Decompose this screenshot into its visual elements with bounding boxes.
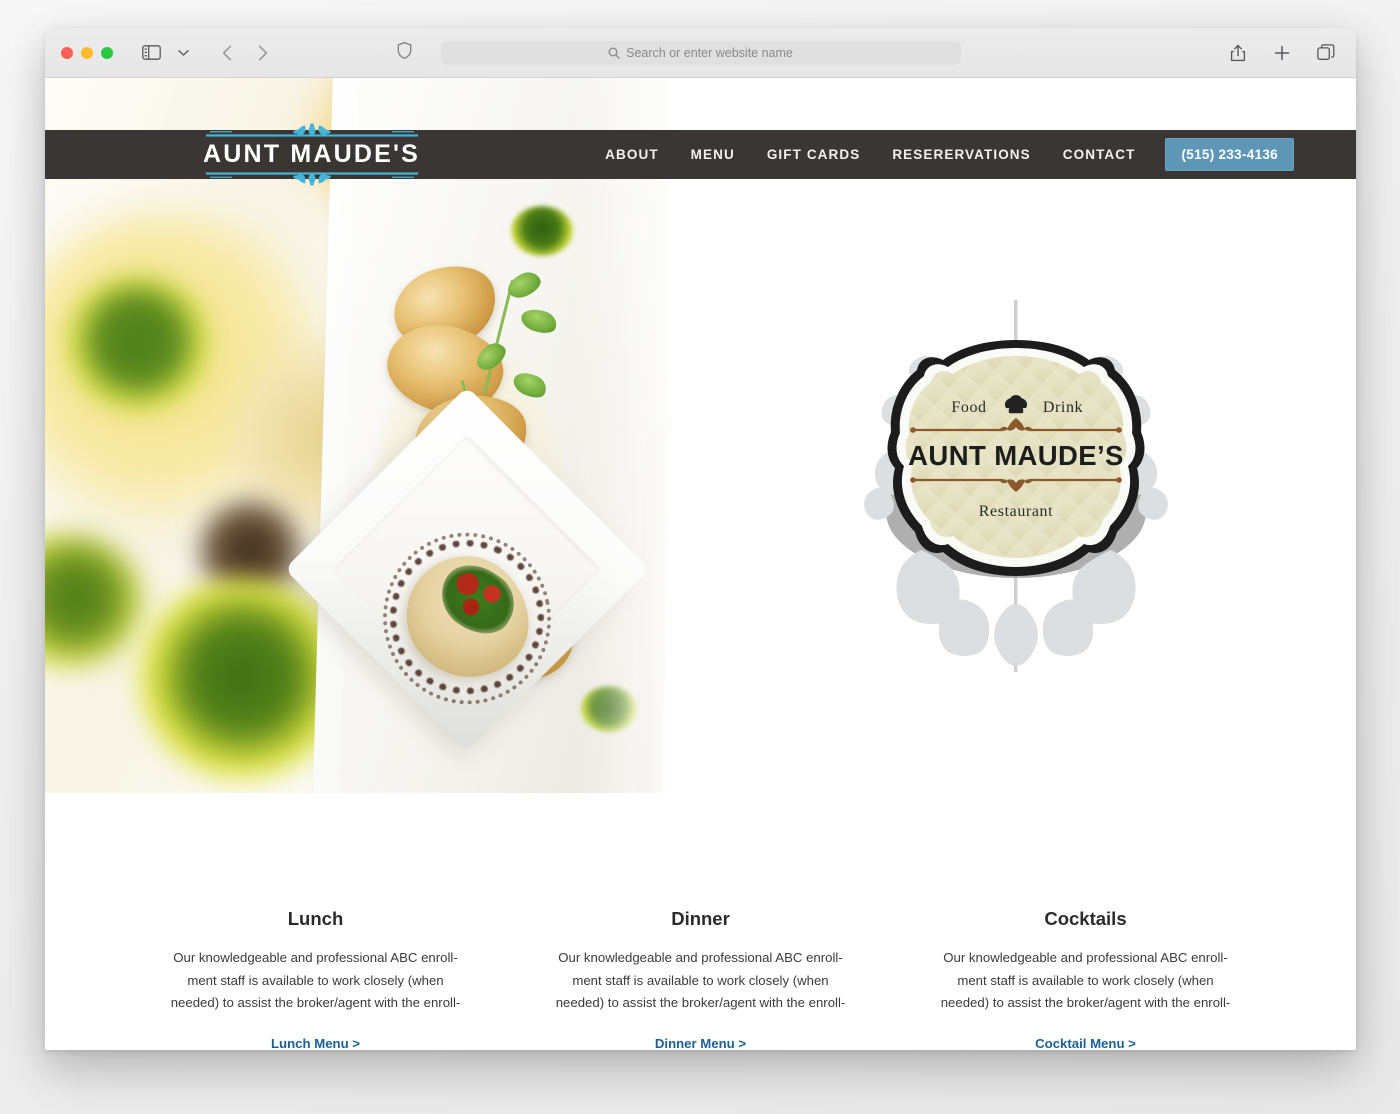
tab-overview-icon[interactable]	[1312, 40, 1340, 66]
page-viewport: Food Drink AUNT MAUDE’S Restaurant AUNT …	[45, 78, 1356, 1050]
card-dinner: Dinner Our knowledgeable and professiona…	[508, 908, 893, 1050]
blurred-herb-oil-dot	[45, 533, 143, 668]
close-window-button[interactable]	[61, 46, 73, 59]
site-navigation-bar: AUNT MAUDE'S ABOUT MENU GIFT CARDS RESER…	[45, 123, 1356, 186]
svg-text:AUNT MAUDE’S: AUNT MAUDE’S	[908, 440, 1124, 471]
browser-window: Search or enter website name Food Drink …	[45, 28, 1356, 1050]
brand-wordmark: AUNT MAUDE'S	[203, 140, 421, 168]
sidebar-controls	[137, 40, 197, 66]
toolbar-right-actions	[1224, 40, 1340, 66]
address-placeholder: Search or enter website name	[626, 45, 793, 60]
window-controls	[61, 46, 113, 59]
herb-oil-dot	[511, 206, 573, 256]
card-body: Our knowledgeable and professional ABC e…	[940, 950, 1231, 1011]
new-tab-icon[interactable]	[1268, 40, 1296, 66]
browser-toolbar: Search or enter website name	[45, 28, 1356, 78]
privacy-shield-icon[interactable]	[397, 41, 412, 64]
navigation-arrows	[213, 40, 277, 66]
search-icon	[608, 47, 621, 59]
phone-button[interactable]: (515) 233-4136	[1165, 138, 1294, 171]
forward-icon[interactable]	[249, 40, 277, 66]
card-lunch: Lunch Our knowledgeable and professional…	[123, 908, 508, 1050]
card-title: Dinner	[671, 908, 730, 929]
sidebar-icon[interactable]	[137, 40, 165, 66]
minimize-window-button[interactable]	[81, 46, 93, 59]
maximize-window-button[interactable]	[101, 46, 113, 59]
address-input[interactable]: Search or enter website name	[440, 40, 961, 65]
chevron-down-icon[interactable]	[169, 40, 197, 66]
restaurant-emblem: Food Drink AUNT MAUDE’S Restaurant	[851, 300, 1181, 672]
nav-item-gift-cards[interactable]: GIFT CARDS	[751, 147, 877, 162]
nav-item-contact[interactable]: CONTACT	[1047, 147, 1152, 162]
share-icon[interactable]	[1224, 40, 1252, 66]
site-logo[interactable]: AUNT MAUDE'S	[203, 123, 421, 186]
card-body: Our knowledgeable and professional ABC e…	[170, 950, 461, 1011]
svg-text:Restaurant: Restaurant	[979, 503, 1053, 520]
hero-section: Food Drink AUNT MAUDE’S Restaurant	[45, 78, 1356, 793]
svg-text:Drink: Drink	[1043, 399, 1083, 416]
card-title: Cocktails	[1044, 908, 1127, 929]
svg-text:Food: Food	[951, 399, 986, 416]
card-title: Lunch	[287, 908, 344, 929]
blurred-herb-oil-dot	[63, 274, 213, 414]
lunch-menu-link[interactable]: Lunch Menu >	[271, 1036, 360, 1050]
card-cocktails: Cocktails Our knowledgeable and professi…	[893, 908, 1278, 1050]
back-icon[interactable]	[213, 40, 241, 66]
hero-food-photo	[45, 78, 693, 793]
menu-cards-section: Lunch Our knowledgeable and professional…	[45, 908, 1356, 1050]
nav-item-about[interactable]: ABOUT	[589, 147, 675, 162]
nav-item-menu[interactable]: MENU	[675, 147, 751, 162]
site-nav-links: ABOUT MENU GIFT CARDS RESERERVATIONS CON…	[589, 138, 1356, 171]
cocktail-menu-link[interactable]: Cocktail Menu >	[1035, 1036, 1136, 1050]
herb-oil-dot	[581, 686, 637, 732]
dinner-menu-link[interactable]: Dinner Menu >	[655, 1036, 746, 1050]
card-body: Our knowledgeable and professional ABC e…	[555, 950, 846, 1011]
nav-item-reservations[interactable]: RESERERVATIONS	[876, 147, 1046, 162]
